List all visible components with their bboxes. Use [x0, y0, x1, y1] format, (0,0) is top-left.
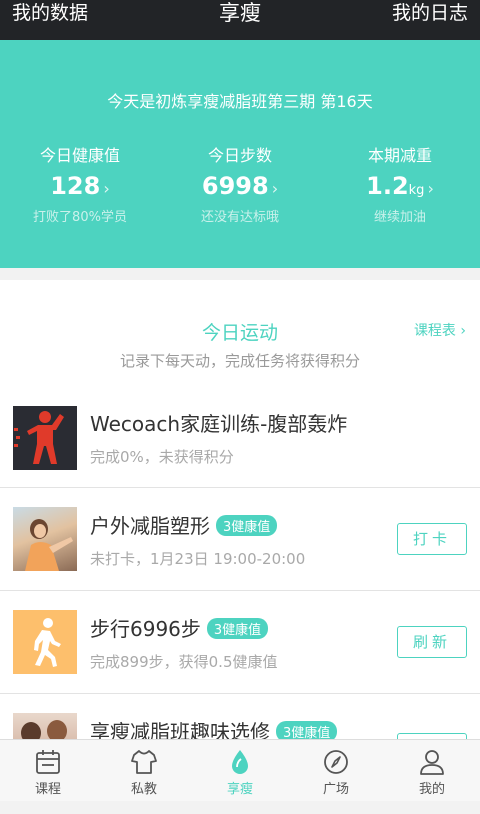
chevron-right-icon: ›: [103, 179, 110, 198]
stat-sub: 打败了80%学员: [33, 210, 127, 225]
section-subtitle: 记录下每天动，完成任务将获得积分: [119, 352, 360, 370]
health-value-stat[interactable]: 今日健康值 128 › 打败了80%学员: [0, 142, 160, 225]
shirt-icon: [131, 750, 157, 774]
stat-label: 今日健康值: [39, 146, 120, 165]
person-icon: [420, 750, 444, 775]
tab-xiangshou[interactable]: 享瘦: [192, 740, 288, 801]
tab-mine[interactable]: 我的: [384, 740, 480, 801]
stat-sub: 继续加油: [373, 210, 426, 225]
stat-label: 今日步数: [207, 146, 272, 165]
activity-desc: 未打卡，1月23日 19:00-20:00: [90, 550, 306, 568]
stat-label: 本期减重: [367, 146, 432, 165]
activity-name: Wecoach家庭训练-腹部轰炸: [90, 412, 348, 436]
chevron-right-icon: ›: [427, 179, 434, 198]
outdoor-photo: [13, 507, 77, 571]
class-day-banner: 今天是初炼享瘦减脂班第三期 第16天: [107, 92, 373, 111]
bottom-tab-bar: 课程 私教 享瘦 广场 我的: [0, 739, 480, 801]
section-title: 今日运动: [201, 322, 278, 344]
activity-name: 步行6996步 3健康值: [90, 613, 269, 642]
refresh-button[interactable]: 刷新: [397, 626, 467, 658]
health-value-badge: 3健康值: [206, 618, 269, 639]
workout-thumbnail: [13, 406, 77, 470]
tab-plaza[interactable]: 广场: [288, 740, 384, 801]
stat-value: 128 ›: [50, 172, 110, 200]
tab-courses[interactable]: 课程: [0, 740, 96, 801]
activity-row[interactable]: 户外减脂塑形 3健康值 未打卡，1月23日 19:00-20:00 打卡: [0, 488, 480, 591]
tab-coach[interactable]: 私教: [96, 740, 192, 801]
check-in-button[interactable]: 打卡: [397, 523, 467, 555]
tab-label: 广场: [322, 782, 349, 797]
top-bar: 我的数据 享瘦 我的日志: [0, 0, 480, 40]
stat-sub: 还没有达标哦: [200, 210, 279, 225]
schedule-link[interactable]: 课程表 ›: [414, 320, 466, 340]
compass-icon: [324, 750, 348, 774]
weight-loss-stat[interactable]: 本期减重 1.2kg › 继续加油: [320, 142, 480, 225]
stat-value: 1.2kg ›: [366, 172, 434, 200]
activity-name: 户外减脂塑形 3健康值: [90, 510, 278, 539]
my-log-link[interactable]: 我的日志: [392, 0, 468, 26]
chevron-right-icon: ›: [271, 179, 279, 198]
steps-stat[interactable]: 今日步数 6998 › 还没有达标哦: [160, 142, 320, 225]
tab-label: 我的: [418, 782, 445, 797]
stat-value: 6998 ›: [201, 172, 279, 200]
tab-label: 课程: [34, 782, 61, 797]
activity-desc: 完成0%，未获得积分: [90, 448, 234, 466]
tab-label: 享瘦: [226, 782, 253, 797]
activity-desc: 完成899步，获得0.5健康值: [90, 653, 278, 671]
drop-icon: [232, 750, 248, 774]
summary-panel: 今天是初炼享瘦减脂班第三期 第16天 今日健康值 128 › 打败了80%学员 今…: [0, 40, 480, 268]
health-value-badge: 3健康值: [216, 515, 278, 536]
activity-row[interactable]: 步行6996步 3健康值 完成899步，获得0.5健康值 刷新: [0, 591, 480, 694]
today-exercise-card: 今日运动 课程表 › 记录下每天动，完成任务将获得积分 Wecoach家庭训练-…: [0, 280, 480, 800]
calendar-icon: [36, 750, 60, 774]
walking-icon: [13, 610, 77, 674]
tab-label: 私教: [130, 782, 157, 797]
activity-row[interactable]: Wecoach家庭训练-腹部轰炸 完成0%，未获得积分: [0, 386, 480, 488]
